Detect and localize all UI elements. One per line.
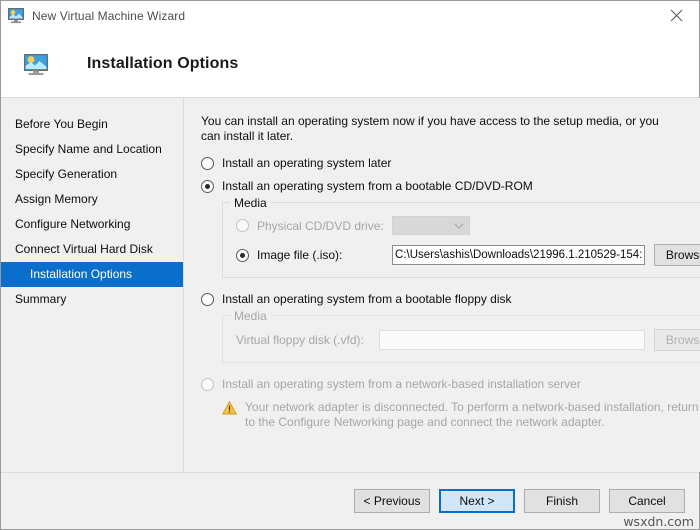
installation-options-monitor-icon bbox=[23, 52, 49, 76]
virtual-machine-monitor-icon bbox=[8, 8, 25, 24]
option-install-from-floppy-label: Install an operating system from a boota… bbox=[222, 292, 512, 306]
option-install-from-cd-dvd[interactable]: Install an operating system from a boota… bbox=[201, 179, 700, 193]
radio-install-from-network-icon bbox=[201, 378, 214, 391]
sidebar-item-configure-networking[interactable]: Configure Networking bbox=[1, 212, 183, 237]
close-icon[interactable] bbox=[653, 1, 699, 30]
option-install-from-floppy[interactable]: Install an operating system from a boota… bbox=[201, 292, 700, 306]
floppy-media-legend: Media bbox=[230, 309, 271, 323]
network-warning-text: Your network adapter is disconnected. To… bbox=[245, 400, 699, 429]
cd-dvd-media-groupbox: Media Physical CD/DVD drive: Image file … bbox=[222, 196, 700, 278]
watermark: wsxdn.com bbox=[623, 514, 694, 529]
window-title: New Virtual Machine Wizard bbox=[32, 9, 186, 23]
physical-drive-select bbox=[392, 216, 470, 235]
sidebar-item-specify-generation[interactable]: Specify Generation bbox=[1, 162, 183, 187]
sidebar-item-summary[interactable]: Summary bbox=[1, 287, 183, 312]
next-button[interactable]: Next > bbox=[439, 489, 515, 513]
sidebar-item-specify-name-and-location[interactable]: Specify Name and Location bbox=[1, 137, 183, 162]
warning-triangle-icon bbox=[221, 400, 238, 415]
page-header: Installation Options bbox=[1, 31, 699, 98]
cd-dvd-media-legend: Media bbox=[230, 196, 271, 210]
floppy-media-groupbox: Media Virtual floppy disk (.vfd): Browse… bbox=[222, 309, 700, 363]
physical-drive-label: Physical CD/DVD drive: bbox=[257, 218, 384, 233]
wizard-footer: < Previous Next > Finish Cancel wsxdn.co… bbox=[1, 472, 699, 529]
image-file-label: Image file (.iso): bbox=[257, 248, 343, 262]
virtual-floppy-row: Virtual floppy disk (.vfd): Browse... bbox=[236, 329, 700, 351]
previous-button[interactable]: < Previous bbox=[354, 489, 430, 513]
option-install-later[interactable]: Install an operating system later bbox=[201, 156, 700, 170]
radio-image-file-icon[interactable] bbox=[236, 248, 249, 262]
wizard-window: New Virtual Machine Wizard Installation … bbox=[0, 0, 700, 530]
finish-button[interactable]: Finish bbox=[524, 489, 600, 513]
option-install-from-cd-dvd-label: Install an operating system from a boota… bbox=[222, 179, 533, 193]
wizard-steps-sidebar: Before You Begin Specify Name and Locati… bbox=[1, 98, 184, 472]
virtual-floppy-browse-button: Browse... bbox=[654, 329, 700, 351]
intro-text: You can install an operating system now … bbox=[201, 114, 659, 143]
image-file-input[interactable]: C:\Users\ashis\Downloads\21996.1.210529-… bbox=[392, 245, 646, 265]
sidebar-item-before-you-begin[interactable]: Before You Begin bbox=[1, 112, 183, 137]
sidebar-item-installation-options[interactable]: Installation Options bbox=[1, 262, 183, 287]
option-install-from-network: Install an operating system from a netwo… bbox=[201, 377, 700, 391]
image-file-browse-button[interactable]: Browse... bbox=[654, 244, 700, 266]
virtual-floppy-input bbox=[379, 330, 646, 350]
image-file-row[interactable]: Image file (.iso): C:\Users\ashis\Downlo… bbox=[236, 244, 700, 266]
wizard-body: Before You Begin Specify Name and Locati… bbox=[1, 98, 700, 472]
radio-install-from-floppy-icon[interactable] bbox=[201, 293, 214, 306]
radio-install-from-cd-dvd-icon[interactable] bbox=[201, 180, 214, 193]
option-install-later-label: Install an operating system later bbox=[222, 156, 392, 170]
chevron-down-icon bbox=[454, 222, 464, 229]
radio-physical-drive-icon bbox=[236, 219, 249, 232]
page-title: Installation Options bbox=[87, 55, 239, 72]
sidebar-item-assign-memory[interactable]: Assign Memory bbox=[1, 187, 183, 212]
option-install-from-network-label: Install an operating system from a netwo… bbox=[222, 377, 581, 391]
sidebar-item-connect-virtual-hard-disk[interactable]: Connect Virtual Hard Disk bbox=[1, 237, 183, 262]
title-bar: New Virtual Machine Wizard bbox=[1, 1, 699, 31]
cancel-button[interactable]: Cancel bbox=[609, 489, 685, 513]
network-warning: Your network adapter is disconnected. To… bbox=[221, 400, 700, 430]
physical-drive-row[interactable]: Physical CD/DVD drive: bbox=[236, 216, 700, 235]
radio-install-later-icon[interactable] bbox=[201, 157, 214, 170]
virtual-floppy-label: Virtual floppy disk (.vfd): bbox=[236, 333, 364, 347]
installation-options-panel: You can install an operating system now … bbox=[184, 98, 700, 472]
